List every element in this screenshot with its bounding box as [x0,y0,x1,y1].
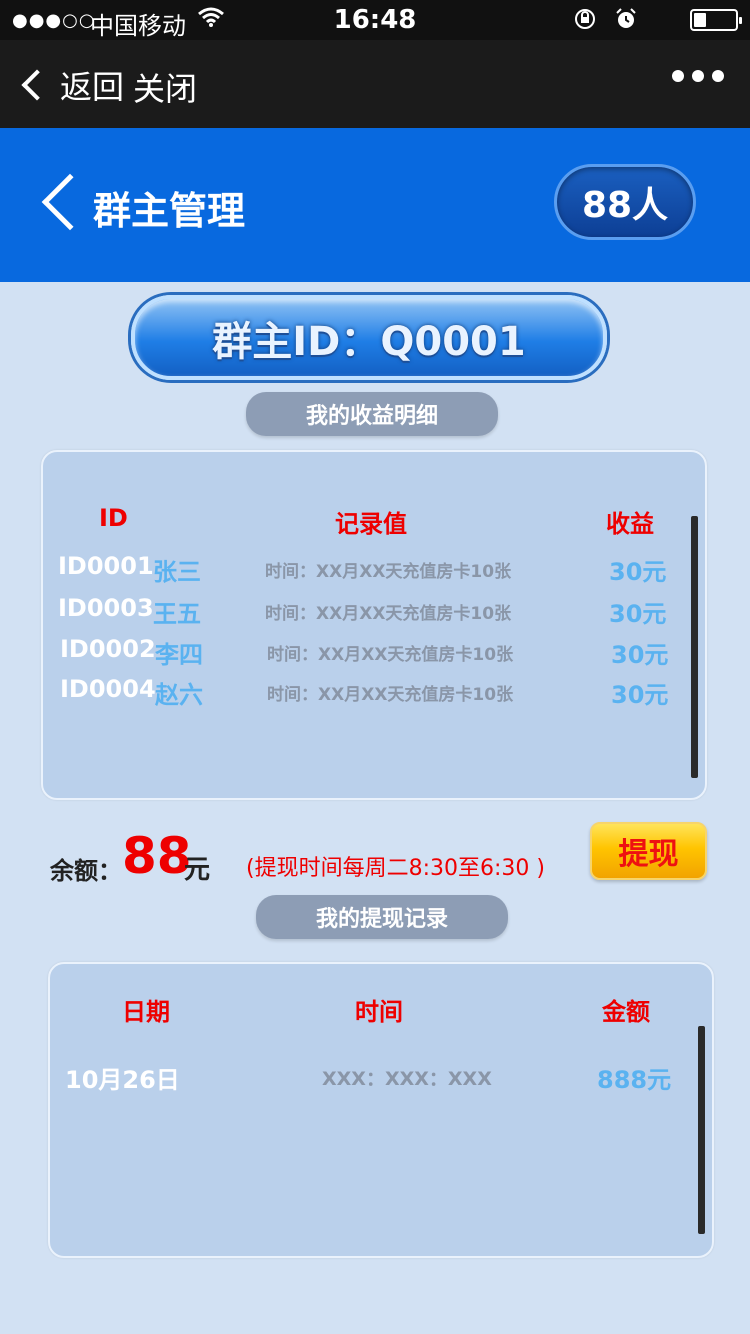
alarm-icon [614,8,638,37]
row-record: 时间：XX月XX天充值房卡10张 [265,604,512,624]
income-row: ID0002 李四 时间：XX月XX天充值房卡10张 30元 [43,635,709,675]
more-options-icon[interactable] [672,70,724,82]
withdraw-amount: 888元 [597,1066,672,1094]
withdraw-button[interactable]: 提现 [590,822,707,880]
status-bar: ●●●○○ 中国移动 16:48 [0,0,750,40]
browser-nav-bar: 返回 关闭 [0,40,750,128]
balance-unit: 元 [184,855,211,885]
income-scrollbar[interactable] [691,516,698,778]
withdraw-panel: 日期 时间 金额 10月26日 XXX：XXX：XXX 888元 [48,962,714,1258]
withdraw-date: 10月26日 [65,1066,180,1094]
row-id: ID0001 [58,552,154,580]
status-icons [573,7,638,37]
balance-label: 余额： [50,857,122,885]
withdraw-row: 10月26日 XXX：XXX：XXX 888元 [50,1060,716,1100]
withdraw-scrollbar[interactable] [698,1026,705,1234]
withdraw-time-note: (提现时间每周二8:30至6:30 ) [246,856,545,881]
column-header-time: 时间 [355,998,403,1026]
income-row: ID0003 王五 时间：XX月XX天充值房卡10张 30元 [43,594,709,634]
row-amount: 30元 [611,641,669,669]
row-amount: 30元 [611,681,669,709]
nav-back-button[interactable]: 返回 [18,62,124,108]
row-name: 张三 [153,558,201,586]
battery-icon [690,9,742,31]
nav-close-button[interactable]: 关闭 [133,64,197,110]
nav-back-label: 返回 [60,68,125,106]
balance-value: 88 [122,827,192,885]
app-header: 群主管理 88人 [0,128,750,282]
row-id: ID0004 [60,675,156,703]
column-header-id: ID [99,504,128,532]
row-name: 李四 [155,641,203,669]
back-arrow-icon[interactable] [41,173,99,231]
income-panel: ID 记录值 收益 ID0001 张三 时间：XX月XX天充值房卡10张 30元… [41,450,707,800]
row-record: 时间：XX月XX天充值房卡10张 [265,562,512,582]
chevron-left-icon [21,69,53,101]
column-header-record: 记录值 [335,510,407,538]
row-name: 赵六 [155,681,203,709]
orientation-lock-icon [573,9,604,37]
column-header-date: 日期 [122,998,170,1026]
owner-id-text: 群主ID：Q0001 [212,318,526,365]
income-row: ID0001 张三 时间：XX月XX天充值房卡10张 30元 [43,552,709,592]
row-amount: 30元 [609,600,667,628]
income-row: ID0004 赵六 时间：XX月XX天充值房卡10张 30元 [43,675,709,715]
column-header-amount: 金额 [602,998,650,1026]
row-record: 时间：XX月XX天充值房卡10张 [267,685,514,705]
row-id: ID0003 [58,594,154,622]
income-section-title: 我的收益明细 [246,392,498,436]
page-title: 群主管理 [93,189,246,233]
row-id: ID0002 [60,635,156,663]
withdraw-time: XXX：XXX：XXX [322,1068,492,1090]
column-header-income: 收益 [606,510,654,538]
row-record: 时间：XX月XX天充值房卡10张 [267,645,514,665]
member-count-badge: 88人 [554,164,696,240]
row-name: 王五 [153,600,201,628]
withdraw-section-title: 我的提现记录 [256,895,508,939]
owner-id-banner: 群主ID：Q0001 [131,295,607,380]
row-amount: 30元 [609,558,667,586]
